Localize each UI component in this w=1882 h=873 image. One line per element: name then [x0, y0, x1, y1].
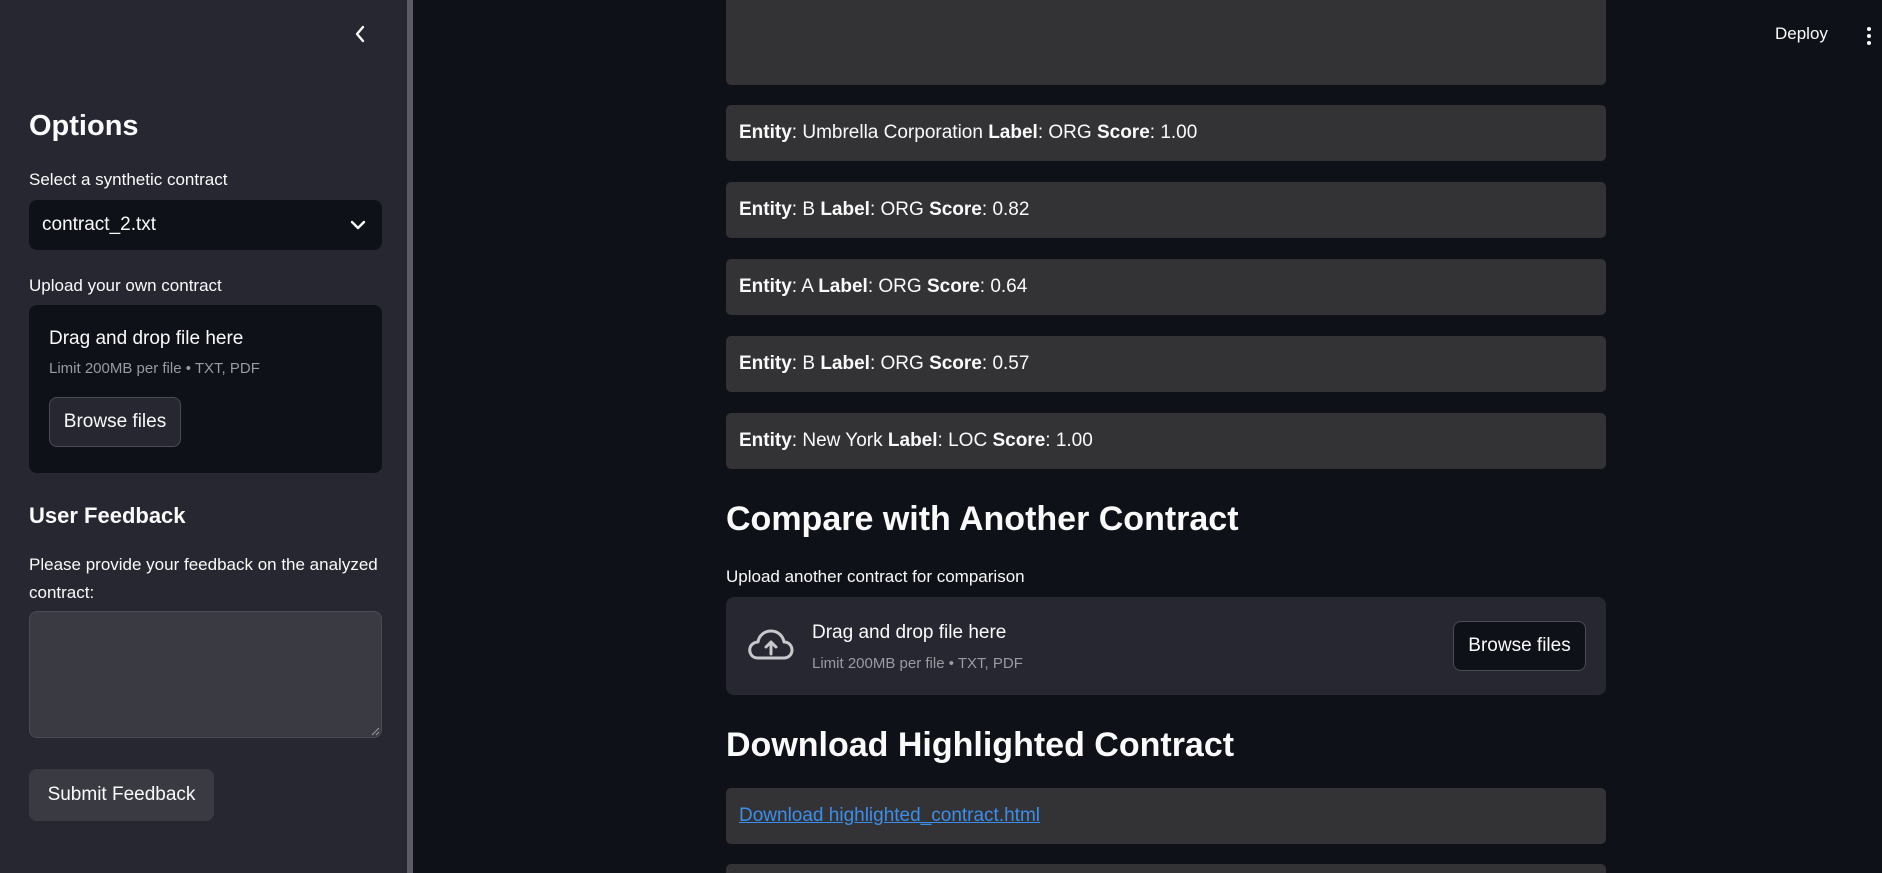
sidebar: Options Select a synthetic contract cont… — [0, 0, 413, 873]
cloud-upload-icon — [748, 629, 794, 660]
dropzone-title: Drag and drop file here — [812, 622, 1007, 643]
dropzone-title: Drag and drop file here — [49, 328, 244, 349]
upload-label: Upload your own contract — [29, 276, 222, 295]
chevron-down-icon — [350, 220, 366, 230]
entity-row: Entity: Umbrella Corporation Label: ORG … — [726, 105, 1606, 161]
entity-row-clipped — [726, 0, 1606, 85]
download-row: Download highlighted_contract.html — [726, 788, 1606, 844]
submit-feedback-button[interactable]: Submit Feedback — [29, 769, 214, 821]
select-label: Select a synthetic contract — [29, 170, 228, 189]
compare-heading: Compare with Another Contract — [726, 500, 1239, 538]
dropzone-subtitle: Limit 200MB per file • TXT, PDF — [812, 655, 1023, 672]
deploy-button[interactable]: Deploy — [1775, 24, 1828, 44]
more-menu-icon[interactable] — [1864, 25, 1874, 47]
resize-handle-icon[interactable] — [370, 726, 380, 736]
feedback-prompt: Please provide your feedback on the anal… — [29, 555, 378, 602]
compare-file-dropzone[interactable]: Drag and drop file here Limit 200MB per … — [726, 597, 1606, 695]
dropzone-subtitle: Limit 200MB per file • TXT, PDF — [49, 360, 260, 377]
collapse-sidebar-button[interactable] — [342, 20, 378, 48]
sidebar-title: Options — [29, 110, 139, 142]
browse-files-button[interactable]: Browse files — [1453, 621, 1586, 671]
sidebar-file-dropzone[interactable]: Drag and drop file here Limit 200MB per … — [29, 305, 382, 473]
entity-row: Entity: B Label: ORG Score: 0.82 — [726, 182, 1606, 238]
entity-row: Entity: B Label: ORG Score: 0.57 — [726, 336, 1606, 392]
entity-row: Entity: A Label: ORG Score: 0.64 — [726, 259, 1606, 315]
download-heading: Download Highlighted Contract — [726, 726, 1235, 764]
partial-row — [726, 864, 1606, 873]
browse-files-button[interactable]: Browse files — [49, 397, 181, 447]
chevron-left-icon — [355, 25, 365, 43]
select-value: contract_2.txt — [42, 214, 157, 235]
main-content: Entity: Umbrella Corporation Label: ORG … — [726, 0, 1606, 873]
feedback-textarea[interactable] — [29, 611, 382, 738]
app: Options Select a synthetic contract cont… — [0, 0, 1882, 873]
contract-select[interactable]: contract_2.txt — [29, 200, 382, 250]
feedback-heading: User Feedback — [29, 503, 186, 528]
compare-label: Upload another contract for comparison — [726, 567, 1025, 586]
download-link[interactable]: Download highlighted_contract.html — [739, 805, 1040, 827]
entity-row: Entity: New York Label: LOC Score: 1.00 — [726, 413, 1606, 469]
